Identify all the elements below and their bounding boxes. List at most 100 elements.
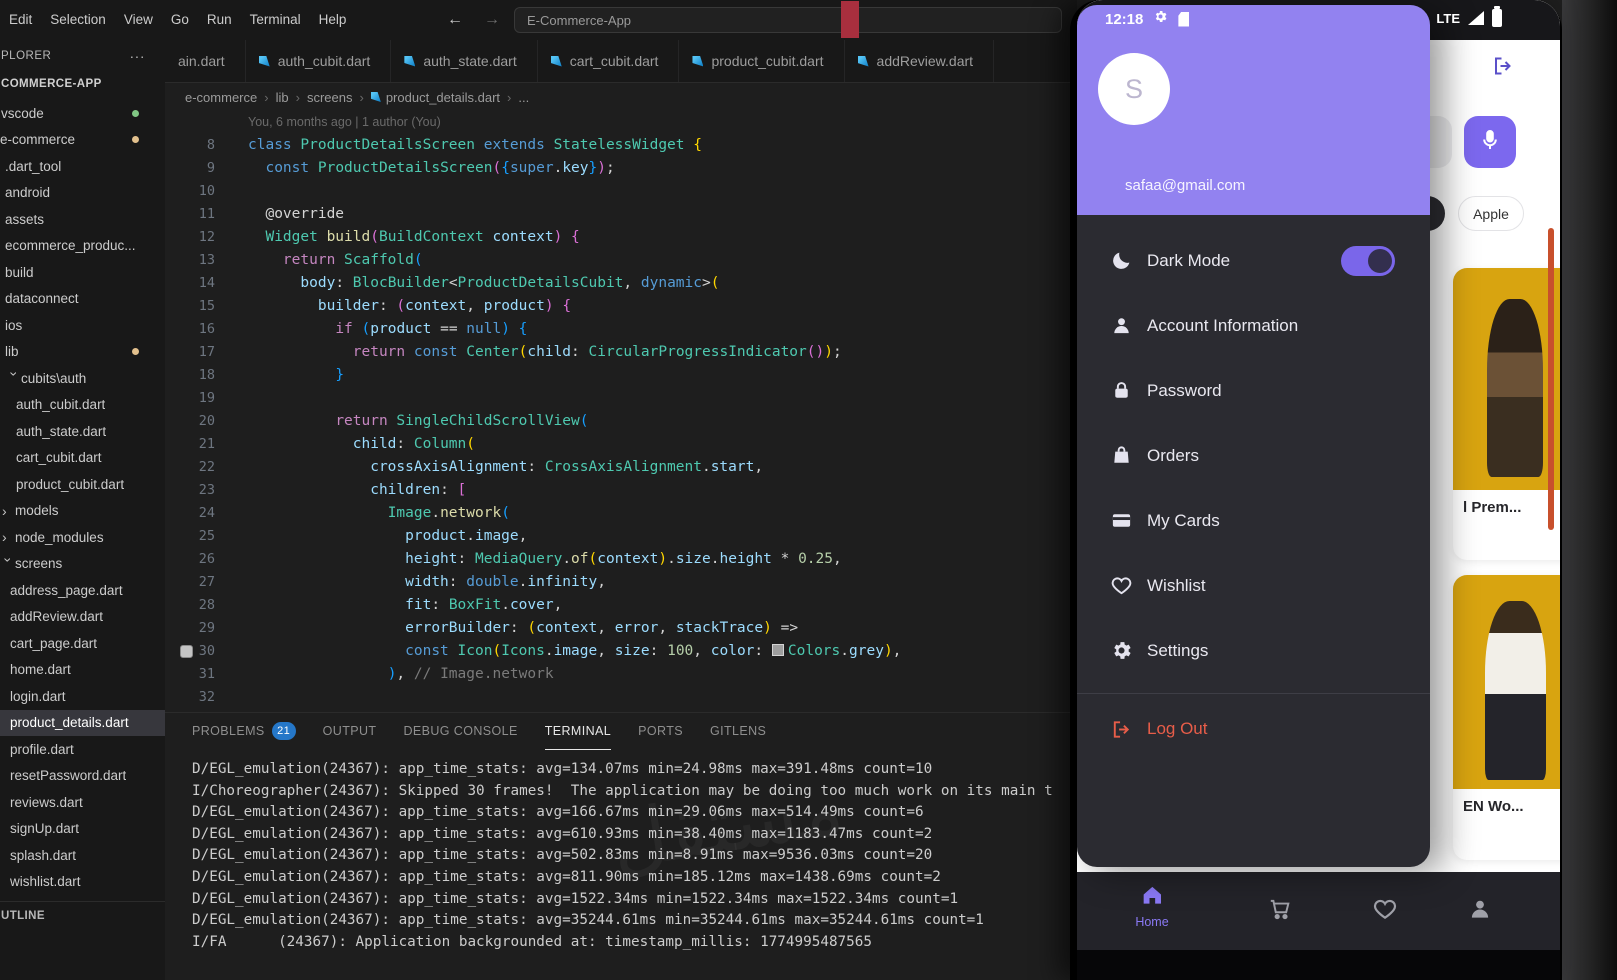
file-product-cubit-dart[interactable]: product_cubit.dart: [0, 471, 165, 498]
tab-addreview-dart[interactable]: addReview.dart: [844, 40, 995, 82]
menu-edit[interactable]: Edit: [0, 0, 41, 40]
code-line: 8 class ProductDetailsScreen extends Stat…: [165, 134, 1077, 157]
tab-cart-cubit-dart[interactable]: cart_cubit.dart: [537, 40, 680, 82]
menu-go[interactable]: Go: [162, 0, 198, 40]
codelens-annotation[interactable]: You, 6 months ago | 1 author (You): [248, 111, 1077, 134]
file-reviews-dart[interactable]: reviews.dart: [0, 789, 165, 816]
logout-button[interactable]: Log Out: [1077, 694, 1430, 764]
drawer-item-settings[interactable]: Settings: [1077, 618, 1430, 683]
file-auth-cubit-dart[interactable]: auth_cubit.dart: [0, 392, 165, 419]
file-android[interactable]: android: [0, 180, 165, 207]
dark-mode-toggle[interactable]: [1341, 245, 1395, 276]
file-splash-dart[interactable]: splash.dart: [0, 842, 165, 869]
code-line: 13 return Scaffold(: [165, 249, 1077, 272]
nav-back-arrow[interactable]: ←: [447, 0, 463, 40]
menu-selection[interactable]: Selection: [41, 0, 115, 40]
file-models[interactable]: › models: [0, 498, 165, 525]
code-line: 15 builder: (context, product) {: [165, 295, 1077, 318]
drawer-item-password[interactable]: Password: [1077, 358, 1430, 423]
file-cubits-auth[interactable]: › cubits\auth: [0, 365, 165, 392]
nav-home[interactable]: Home: [1135, 882, 1169, 929]
breadcrumb-item-product-details-dart[interactable]: product_details.dart: [370, 90, 500, 105]
file-resetpassword-dart[interactable]: resetPassword.dart: [0, 763, 165, 790]
chevron-down-icon: ›: [0, 557, 17, 562]
drawer-item-account-information[interactable]: Account Information: [1077, 293, 1430, 358]
panel-tab-debug-console[interactable]: DEBUG CONSOLE: [403, 713, 517, 749]
nav-cart[interactable]: [1267, 896, 1293, 927]
nav-profile[interactable]: [1467, 896, 1493, 927]
explorer-actions-icon[interactable]: ···: [130, 40, 146, 72]
category-chip-apple[interactable]: Apple: [1458, 196, 1524, 231]
drawer-item-wishlist[interactable]: Wishlist: [1077, 553, 1430, 618]
git-status-dot: [132, 348, 139, 356]
file-auth-state-dart[interactable]: auth_state.dart: [0, 418, 165, 445]
file-lib[interactable]: lib: [0, 339, 165, 366]
line-number: 23: [198, 482, 215, 498]
panel-tab-gitlens[interactable]: GITLENS: [710, 713, 766, 749]
file-assets[interactable]: assets: [0, 206, 165, 233]
file-home-dart[interactable]: home.dart: [0, 657, 165, 684]
file-product-details-dart[interactable]: product_details.dart: [0, 709, 165, 736]
product-card[interactable]: EN Wo...: [1453, 575, 1560, 860]
drawer-item-my-cards[interactable]: My Cards: [1077, 488, 1430, 553]
panel-tab-output[interactable]: OUTPUT: [323, 713, 377, 749]
breadcrumb-item-[interactable]: ...: [518, 90, 529, 105]
tab-auth-cubit-dart[interactable]: auth_cubit.dart: [245, 40, 392, 82]
line-number: 32: [198, 689, 215, 705]
dart-icon: [370, 92, 381, 102]
scrollbar[interactable]: [1548, 228, 1554, 530]
breadcrumb-item-e-commerce[interactable]: e-commerce: [185, 90, 257, 105]
product-title: l Prem...: [1463, 499, 1522, 516]
file-login-dart[interactable]: login.dart: [0, 683, 165, 710]
panel-tab-ports[interactable]: PORTS: [638, 713, 683, 749]
file-ios[interactable]: ios: [0, 312, 165, 339]
product-card[interactable]: l Prem...: [1453, 268, 1560, 560]
status-left: 12:18: [1105, 9, 1190, 29]
file-vscode[interactable]: vscode: [0, 100, 165, 127]
file-cart-cubit-dart[interactable]: cart_cubit.dart: [0, 445, 165, 472]
tab-ain-dart[interactable]: ain.dart: [165, 40, 246, 82]
drawer-item-dark-mode[interactable]: Dark Mode: [1077, 228, 1430, 293]
terminal-output[interactable]: D/EGL_emulation(24367): app_time_stats: …: [165, 749, 1077, 953]
tab-auth-state-dart[interactable]: auth_state.dart: [391, 40, 538, 82]
person-icon: [1467, 896, 1493, 927]
file-build[interactable]: build: [0, 259, 165, 286]
menu-help[interactable]: Help: [310, 0, 356, 40]
file-e-commerce[interactable]: e-commerce: [0, 127, 165, 154]
nav-forward-arrow[interactable]: →: [484, 0, 500, 40]
menu-view[interactable]: View: [115, 0, 162, 40]
command-center-search[interactable]: E-Commerce-App: [514, 7, 1062, 33]
app-logout-icon[interactable]: [1491, 54, 1515, 83]
file-dataconnect[interactable]: dataconnect: [0, 286, 165, 313]
mic-button[interactable]: [1464, 116, 1516, 168]
breadcrumb-item-screens[interactable]: screens: [307, 90, 353, 105]
menu-terminal[interactable]: Terminal: [241, 0, 310, 40]
code-line: 25 product.image,: [165, 525, 1077, 548]
code-editor[interactable]: 8 class ProductDetailsScreen extends Stat…: [165, 134, 1077, 709]
panel-tab-problems[interactable]: PROBLEMS 21: [192, 713, 296, 749]
nav-wishlist[interactable]: [1372, 896, 1398, 927]
file-addreview-dart[interactable]: addReview.dart: [0, 604, 165, 631]
workspace-name[interactable]: COMMERCE-APP: [0, 72, 165, 96]
file-screens[interactable]: › screens: [0, 551, 165, 578]
line-number: 12: [198, 229, 215, 245]
line-number: 11: [198, 206, 215, 222]
breadcrumb-item-lib[interactable]: lib: [276, 90, 289, 105]
file-dart-tool[interactable]: .dart_tool: [0, 153, 165, 180]
drawer-header: S safaa@gmail.com: [1077, 5, 1430, 215]
terminal-line: I/Choreographer(24367): Skipped 30 frame…: [192, 782, 1053, 799]
file-profile-dart[interactable]: profile.dart: [0, 736, 165, 763]
file-wishlist-dart[interactable]: wishlist.dart: [0, 869, 165, 896]
file-cart-page-dart[interactable]: cart_page.dart: [0, 630, 165, 657]
terminal-line: D/EGL_emulation(24367): app_time_stats: …: [192, 804, 924, 821]
file-signup-dart[interactable]: signUp.dart: [0, 816, 165, 843]
outline-section[interactable]: UTLINE: [0, 901, 165, 930]
menu-run[interactable]: Run: [198, 0, 241, 40]
tab-product-cubit-dart[interactable]: product_cubit.dart: [679, 40, 845, 82]
drawer-item-orders[interactable]: Orders: [1077, 423, 1430, 488]
panel-tab-terminal[interactable]: TERMINAL: [544, 713, 612, 750]
file-ecommerce-produc[interactable]: ecommerce_produc...: [0, 233, 165, 260]
file-node-modules[interactable]: › node_modules: [0, 524, 165, 551]
file-address-page-dart[interactable]: address_page.dart: [0, 577, 165, 604]
line-number: 26: [198, 551, 215, 567]
